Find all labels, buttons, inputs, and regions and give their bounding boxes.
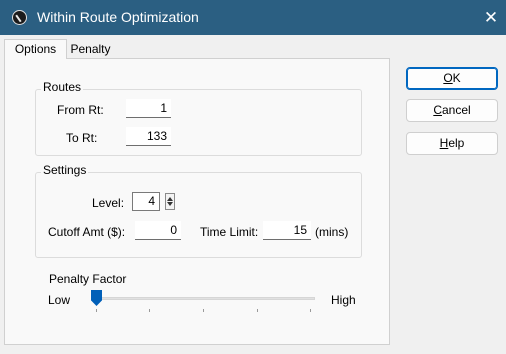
level-field[interactable]: 4 bbox=[132, 192, 160, 211]
slider-tick bbox=[96, 309, 97, 312]
spin-down-icon[interactable] bbox=[167, 202, 173, 206]
penalty-low-label: Low bbox=[48, 293, 71, 307]
penalty-factor-label: Penalty Factor bbox=[49, 272, 127, 286]
title-bar: Within Route Optimization ✕ bbox=[0, 0, 506, 35]
ok-label-rest: K bbox=[452, 71, 461, 85]
ok-button[interactable]: OK bbox=[406, 67, 498, 90]
cutoff-amount-field[interactable]: 0 bbox=[135, 221, 181, 240]
help-button[interactable]: Help bbox=[406, 132, 498, 155]
to-route-label: To Rt: bbox=[66, 131, 98, 145]
options-tab-panel: Routes From Rt: 1 To Rt: 133 Settings Le… bbox=[4, 58, 390, 345]
spin-up-icon[interactable] bbox=[167, 197, 173, 201]
cancel-button[interactable]: Cancel bbox=[406, 99, 498, 122]
time-limit-label: Time Limit: bbox=[200, 225, 259, 239]
slider-tick bbox=[257, 309, 258, 312]
penalty-slider-track[interactable] bbox=[91, 297, 315, 300]
from-route-field[interactable]: 1 bbox=[126, 99, 171, 118]
app-icon bbox=[12, 10, 27, 25]
from-route-label: From Rt: bbox=[57, 103, 104, 117]
time-limit-field[interactable]: 15 bbox=[263, 221, 311, 240]
slider-tick bbox=[149, 309, 150, 312]
settings-group bbox=[35, 172, 362, 258]
slider-tick bbox=[203, 309, 204, 312]
ok-mnemonic: O bbox=[443, 71, 453, 85]
cancel-label-rest: ancel bbox=[441, 103, 471, 117]
routes-group bbox=[35, 89, 362, 156]
level-spinner[interactable] bbox=[165, 193, 175, 210]
level-label: Level: bbox=[92, 196, 125, 210]
tab-penalty[interactable]: Penalty bbox=[67, 41, 114, 58]
routes-group-title: Routes bbox=[41, 80, 84, 94]
tab-options[interactable]: Options bbox=[4, 39, 67, 59]
penalty-high-label: High bbox=[331, 293, 356, 307]
dialog-body: Options Penalty Routes From Rt: 1 To Rt:… bbox=[0, 35, 506, 354]
cancel-mnemonic: C bbox=[433, 103, 442, 117]
close-button[interactable]: ✕ bbox=[476, 0, 506, 35]
penalty-slider-thumb[interactable] bbox=[91, 290, 102, 306]
help-label-rest: elp bbox=[448, 136, 465, 150]
time-limit-unit: (mins) bbox=[315, 225, 349, 239]
settings-group-title: Settings bbox=[41, 163, 89, 177]
to-route-field[interactable]: 133 bbox=[126, 127, 171, 146]
window-title: Within Route Optimization bbox=[37, 9, 199, 25]
slider-tick bbox=[310, 309, 311, 312]
cutoff-amount-label: Cutoff Amt ($): bbox=[48, 225, 126, 239]
